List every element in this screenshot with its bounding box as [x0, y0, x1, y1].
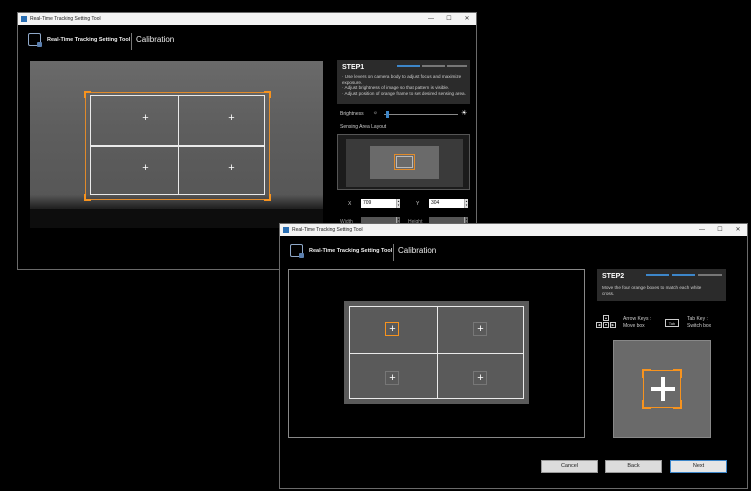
step2-panel: STEP2 Move the four orange boxes to matc…	[597, 269, 726, 301]
minimize-button[interactable]: —	[422, 13, 440, 25]
brightness-slider-thumb[interactable]	[386, 111, 389, 118]
app-name: Real-Time Tracking Setting Tool	[309, 248, 393, 254]
next-button[interactable]: Next	[670, 460, 727, 473]
title-bar: Real-Time Tracking Setting Tool — ☐ ✕	[18, 13, 476, 25]
app-header: Real-Time Tracking Setting Tool Calibrat…	[280, 236, 747, 268]
step-instructions: Move the four orange boxes to match each…	[602, 285, 702, 296]
back-button[interactable]: Back	[605, 460, 662, 473]
app-header: Real-Time Tracking Setting Tool Calibrat…	[18, 25, 476, 57]
y-input[interactable]: 304 ▴ ▾	[429, 199, 468, 208]
step-progress-segment	[698, 274, 722, 276]
step-instructions: · Use levers on camera body to adjust fo…	[342, 74, 466, 96]
orange-box[interactable]	[385, 371, 399, 385]
title-bar: Real-Time Tracking Setting Tool — ☐ ✕	[280, 224, 747, 236]
sun-bright-icon: ☀	[461, 110, 468, 117]
step-progress-segment	[397, 65, 420, 67]
window-title: Real-Time Tracking Setting Tool	[30, 16, 101, 22]
tab-key-label: Tab Key :	[687, 316, 708, 322]
close-button[interactable]: ✕	[458, 13, 476, 25]
zoom-view	[613, 340, 711, 438]
header-divider	[393, 244, 394, 261]
tab-key-action: Switch box	[687, 323, 712, 329]
sensing-area-frame[interactable]	[84, 91, 271, 201]
arrow-keys-label: Arrow Keys :	[623, 316, 652, 322]
step-progress-segment	[422, 65, 445, 67]
frame-handle-bottom-left[interactable]	[84, 194, 91, 201]
cancel-button[interactable]: Cancel	[541, 460, 598, 473]
page-title: Calibration	[136, 35, 175, 44]
app-logo-icon	[28, 33, 42, 47]
camera-view: + + + +	[344, 301, 529, 404]
y-label: Y	[416, 201, 420, 207]
maximize-button[interactable]: ☐	[711, 224, 729, 236]
arrow-keys-action: Move box	[623, 323, 645, 329]
close-button[interactable]: ✕	[729, 224, 747, 236]
frame-handle-top-left[interactable]	[84, 91, 91, 98]
tab-key-icon: Tab	[665, 319, 679, 327]
zoom-cross-vertical	[661, 377, 665, 401]
header-divider	[131, 33, 132, 50]
sensing-area-layout-preview	[337, 134, 470, 190]
frame-handle-bottom-right[interactable]	[264, 194, 271, 201]
orange-box[interactable]	[473, 322, 487, 336]
x-input[interactable]: 709 ▴ ▾	[361, 199, 400, 208]
orange-box-selected[interactable]	[385, 322, 399, 336]
app-name: Real-Time Tracking Setting Tool	[47, 37, 131, 43]
window-title: Real-Time Tracking Setting Tool	[292, 227, 363, 233]
step-progress-segment	[672, 274, 695, 276]
step-title: STEP1	[342, 64, 365, 71]
app-logo-icon	[290, 244, 304, 258]
calibration-window-step2: Real-Time Tracking Setting Tool — ☐ ✕ Re…	[279, 223, 748, 489]
brightness-label: Brightness	[340, 111, 364, 117]
calibration-pattern-grid	[349, 306, 524, 399]
step-progress-segment	[447, 65, 467, 67]
window-app-icon	[21, 16, 27, 22]
camera-view: + + + +	[30, 61, 323, 228]
camera-panel: + + + +	[288, 269, 585, 438]
brightness-slider[interactable]	[384, 114, 458, 115]
page-title: Calibration	[398, 246, 437, 255]
step-progress-segment	[646, 274, 669, 276]
window-app-icon	[283, 227, 289, 233]
step1-panel: STEP1 · Use levers on camera body to adj…	[337, 60, 470, 104]
sun-dim-icon: ☼	[373, 110, 378, 116]
minimize-button[interactable]: —	[693, 224, 711, 236]
sensing-area-layout-label: Sensing Area Layout	[340, 124, 387, 130]
frame-handle-top-right[interactable]	[264, 91, 271, 98]
orange-box[interactable]	[473, 371, 487, 385]
step-title: STEP2	[602, 273, 625, 280]
maximize-button[interactable]: ☐	[440, 13, 458, 25]
x-label: X	[348, 201, 352, 207]
